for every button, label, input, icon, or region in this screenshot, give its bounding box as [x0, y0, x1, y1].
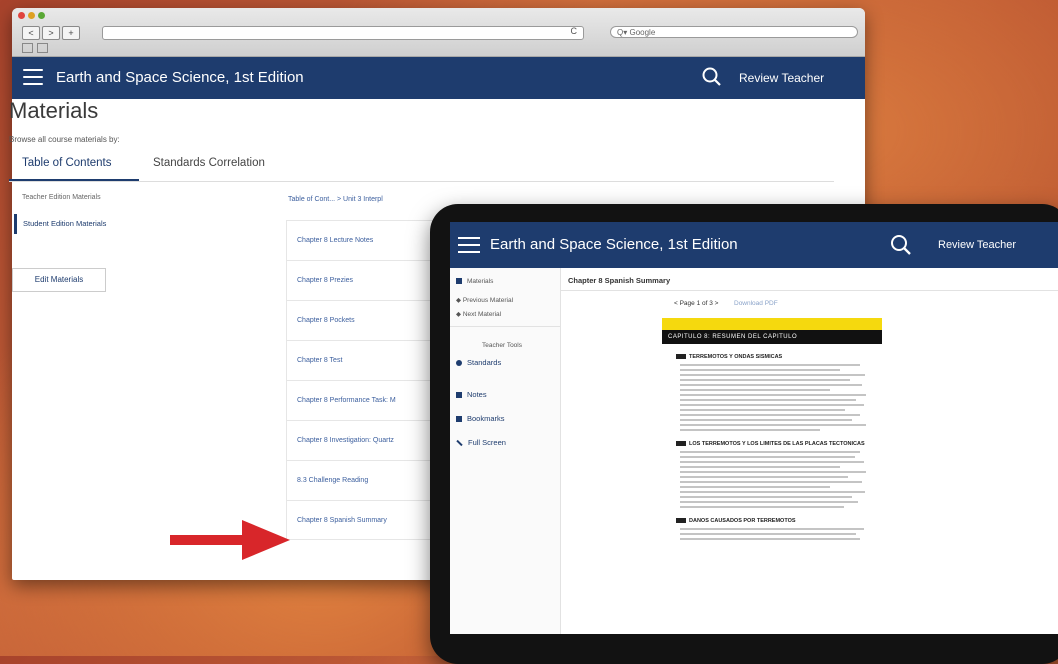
window-controls: [18, 12, 45, 19]
page-navigator[interactable]: < Page 1 of 3 >: [674, 300, 718, 307]
minimize-window-button[interactable]: [28, 12, 35, 19]
list-item[interactable]: Chapter 8 Prezies: [286, 260, 436, 300]
list-item[interactable]: Chapter 8 Pockets: [286, 300, 436, 340]
search-placeholder: Google: [629, 28, 656, 37]
list-item[interactable]: Chapter 8 Performance Task: M: [286, 380, 436, 420]
download-pdf-link[interactable]: Download PDF: [734, 300, 778, 307]
search-icon[interactable]: [702, 67, 722, 87]
app-header: Earth and Space Science, 1st Edition Rev…: [12, 57, 865, 99]
hamburger-menu-icon[interactable]: [23, 69, 43, 85]
chapter-list: Chapter 8 Lecture Notes Chapter 8 Prezie…: [286, 220, 436, 540]
browser-search-field[interactable]: Q▾ Google: [610, 26, 858, 38]
tablet-screen: Earth and Space Science, 1st Edition Rev…: [450, 222, 1058, 634]
reload-icon[interactable]: C: [571, 26, 578, 36]
zoom-window-button[interactable]: [38, 12, 45, 19]
app-title: Earth and Space Science, 1st Edition: [56, 69, 304, 86]
list-item[interactable]: Chapter 8 Test: [286, 340, 436, 380]
pointer-arrow-icon: [170, 520, 290, 560]
expand-icon: [456, 439, 463, 447]
bookmarks-icon[interactable]: [22, 43, 33, 53]
tablet-app-title: Earth and Space Science, 1st Edition: [490, 236, 738, 253]
browser-toolbar: < > + C Q▾ Google: [12, 8, 865, 57]
tab-divider: [9, 181, 834, 182]
notes-icon: [456, 392, 462, 399]
breadcrumb[interactable]: Table of Cont... > Unit 3 Interpl: [288, 196, 383, 203]
user-menu[interactable]: Review Teacher: [739, 71, 824, 85]
list-item[interactable]: Chapter 8 Investigation: Quartz: [286, 420, 436, 460]
sidebar-item-materials[interactable]: Materials: [456, 278, 493, 285]
title-divider: [560, 290, 1058, 291]
doc-yellow-band: [662, 318, 882, 330]
tab-standards-correlation[interactable]: Standards Correlation: [153, 157, 265, 169]
forward-button[interactable]: >: [42, 26, 60, 40]
list-icon: [456, 278, 462, 285]
tablet-sidebar: Materials ◆ Previous Material ◆ Next Mat…: [450, 268, 561, 634]
doc-section-heading: DANOS CAUSADOS POR TERREMOTOS: [676, 518, 882, 524]
bookmarks-bar: [22, 43, 48, 53]
tablet-device: Earth and Space Science, 1st Edition Rev…: [430, 204, 1058, 664]
hamburger-menu-icon[interactable]: [458, 237, 480, 254]
teacher-tools-heading: Teacher Tools: [482, 342, 522, 349]
close-window-button[interactable]: [18, 12, 25, 19]
tab-table-of-contents[interactable]: Table of Contents: [22, 157, 112, 169]
list-item-spanish-summary[interactable]: Chapter 8 Spanish Summary: [286, 500, 436, 540]
doc-section-heading: TERREMOTOS Y ONDAS SISMICAS: [676, 354, 882, 360]
sidebar-item-teacher-edition[interactable]: Teacher Edition Materials: [22, 194, 101, 201]
url-bar[interactable]: C: [102, 26, 584, 40]
list-item[interactable]: 8.3 Challenge Reading: [286, 460, 436, 500]
sidebar-item-bookmarks[interactable]: Bookmarks: [456, 414, 505, 423]
sidebar-item-previous[interactable]: ◆ Previous Material: [456, 296, 513, 304]
sidebar-item-full-screen[interactable]: Full Screen: [456, 438, 506, 447]
doc-section-heading: LOS TERREMOTOS Y LOS LIMITES DE LAS PLAC…: [676, 441, 882, 447]
search-icon: Q▾: [617, 28, 630, 37]
search-icon[interactable]: [890, 234, 912, 256]
new-tab-button[interactable]: +: [62, 26, 80, 40]
browse-label: Browse all course materials by:: [9, 135, 120, 144]
user-menu[interactable]: Review Teacher: [938, 239, 1016, 251]
tablet-app-header: Earth and Space Science, 1st Edition Rev…: [450, 222, 1058, 268]
document-title: Chapter 8 Spanish Summary: [568, 276, 671, 285]
sidebar-item-next[interactable]: ◆ Next Material: [456, 310, 501, 318]
bookmark-icon: [456, 416, 462, 423]
edit-materials-button[interactable]: Edit Materials: [12, 268, 106, 292]
top-sites-icon[interactable]: [37, 43, 48, 53]
sidebar-item-standards[interactable]: Standards: [456, 358, 501, 367]
check-circle-icon: [456, 360, 462, 367]
pdf-document: CAPITULO 8: RESUMEN DEL CAPITULO TERREMO…: [662, 318, 882, 634]
doc-chapter-header: CAPITULO 8: RESUMEN DEL CAPITULO: [662, 330, 882, 344]
page-title: Materials: [9, 98, 99, 123]
sidebar-item-notes[interactable]: Notes: [456, 390, 487, 399]
sidebar-item-student-edition[interactable]: Student Edition Materials: [14, 214, 106, 234]
back-button[interactable]: <: [22, 26, 40, 40]
nav-buttons: < > +: [22, 26, 80, 40]
list-item[interactable]: Chapter 8 Lecture Notes: [286, 220, 436, 260]
sidebar-divider: [450, 326, 560, 327]
